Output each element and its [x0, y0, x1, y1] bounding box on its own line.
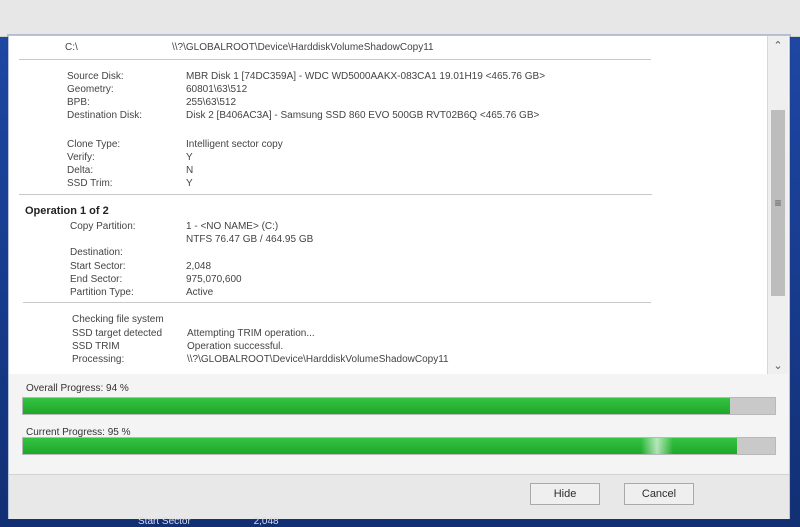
summary-label: Geometry: [67, 84, 114, 95]
overall-progress-label: Overall Progress: 94 % [26, 383, 129, 394]
clone-progress-dialog: C:\ \\?\GLOBALROOT\Device\HarddiskVolume… [8, 35, 790, 519]
summary-label: Verify: [67, 152, 95, 163]
summary-value: N [186, 165, 194, 176]
status-value: Operation successful. [187, 341, 284, 352]
chevron-up-icon[interactable]: ⌃ [768, 36, 788, 54]
operation-label: Start Sector: [70, 261, 126, 272]
summary-value: 255\63\512 [186, 97, 237, 108]
separator [23, 302, 651, 303]
operation-label: End Sector: [70, 274, 123, 285]
screen: C:\ \\?\GLOBALROOT\Device\HarddiskVolume… [0, 0, 800, 527]
header-row: C:\ [65, 42, 78, 54]
separator [19, 59, 651, 60]
menu-icon: ≡ [774, 196, 782, 210]
summary-label: Delta: [67, 165, 94, 176]
progress-glint [641, 438, 673, 454]
summary-label: BPB: [67, 97, 90, 108]
operation-label: Partition Type: [70, 287, 134, 298]
cancel-button[interactable]: Cancel [624, 483, 694, 505]
summary-value: Disk 2 [B406AC3A] - Samsung SSD 860 EVO … [186, 110, 540, 121]
overall-progress-bar [22, 397, 776, 415]
operation-value: 2,048 [186, 261, 212, 272]
separator [19, 194, 652, 195]
header-path-value: \\?\GLOBALROOT\Device\HarddiskVolumeShad… [172, 42, 434, 53]
operation-title: Operation 1 of 2 [25, 205, 109, 217]
background-start-sector-value: 2,048 [253, 516, 279, 527]
summary-value: Intelligent sector copy [186, 139, 283, 150]
operation-value: NTFS 76.47 GB / 464.95 GB [186, 234, 314, 245]
current-progress-bar [22, 437, 776, 455]
summary-label: Source Disk: [67, 71, 124, 82]
summary-value: Y [186, 152, 193, 163]
scroll-thumb[interactable]: ≡ [771, 110, 785, 296]
background-window-peek: Start Sector 2,048 [138, 516, 339, 527]
summary-label: Destination Disk: [67, 110, 143, 121]
overall-progress-fill [23, 398, 730, 414]
summary-value: Y [186, 178, 193, 189]
summary-label: Clone Type: [67, 139, 121, 150]
operation-label: Destination: [70, 247, 123, 258]
operation-log: C:\ \\?\GLOBALROOT\Device\HarddiskVolume… [9, 36, 767, 374]
summary-value: MBR Disk 1 [74DC359A] - WDC WD5000AAKX-0… [186, 71, 546, 82]
operation-value: 975,070,600 [186, 274, 242, 285]
background-start-sector-label: Start Sector [138, 516, 191, 527]
status-label: Checking file system [72, 314, 164, 325]
log-scrollbar[interactable]: ⌃ ≡ ⌄ [767, 36, 788, 374]
current-progress-fill [23, 438, 738, 454]
hide-button[interactable]: Hide [530, 483, 600, 505]
operation-value: Active [186, 287, 214, 298]
status-label: Processing: [72, 354, 125, 365]
top-strip [0, 0, 800, 37]
operation-value: 1 - <NO NAME> (C:) [186, 221, 279, 232]
status-value: Attempting TRIM operation... [187, 328, 315, 339]
status-value: \\?\GLOBALROOT\Device\HarddiskVolumeShad… [187, 354, 449, 365]
status-label: SSD target detected [72, 328, 163, 339]
summary-label: SSD Trim: [67, 178, 113, 189]
operation-label: Copy Partition: [70, 221, 136, 232]
button-bar: Hide Cancel [9, 474, 789, 519]
summary-value: 60801\63\512 [186, 84, 248, 95]
path-label: C:\ [65, 42, 78, 53]
chevron-down-icon[interactable]: ⌄ [768, 356, 788, 374]
status-label: SSD TRIM [72, 341, 120, 352]
